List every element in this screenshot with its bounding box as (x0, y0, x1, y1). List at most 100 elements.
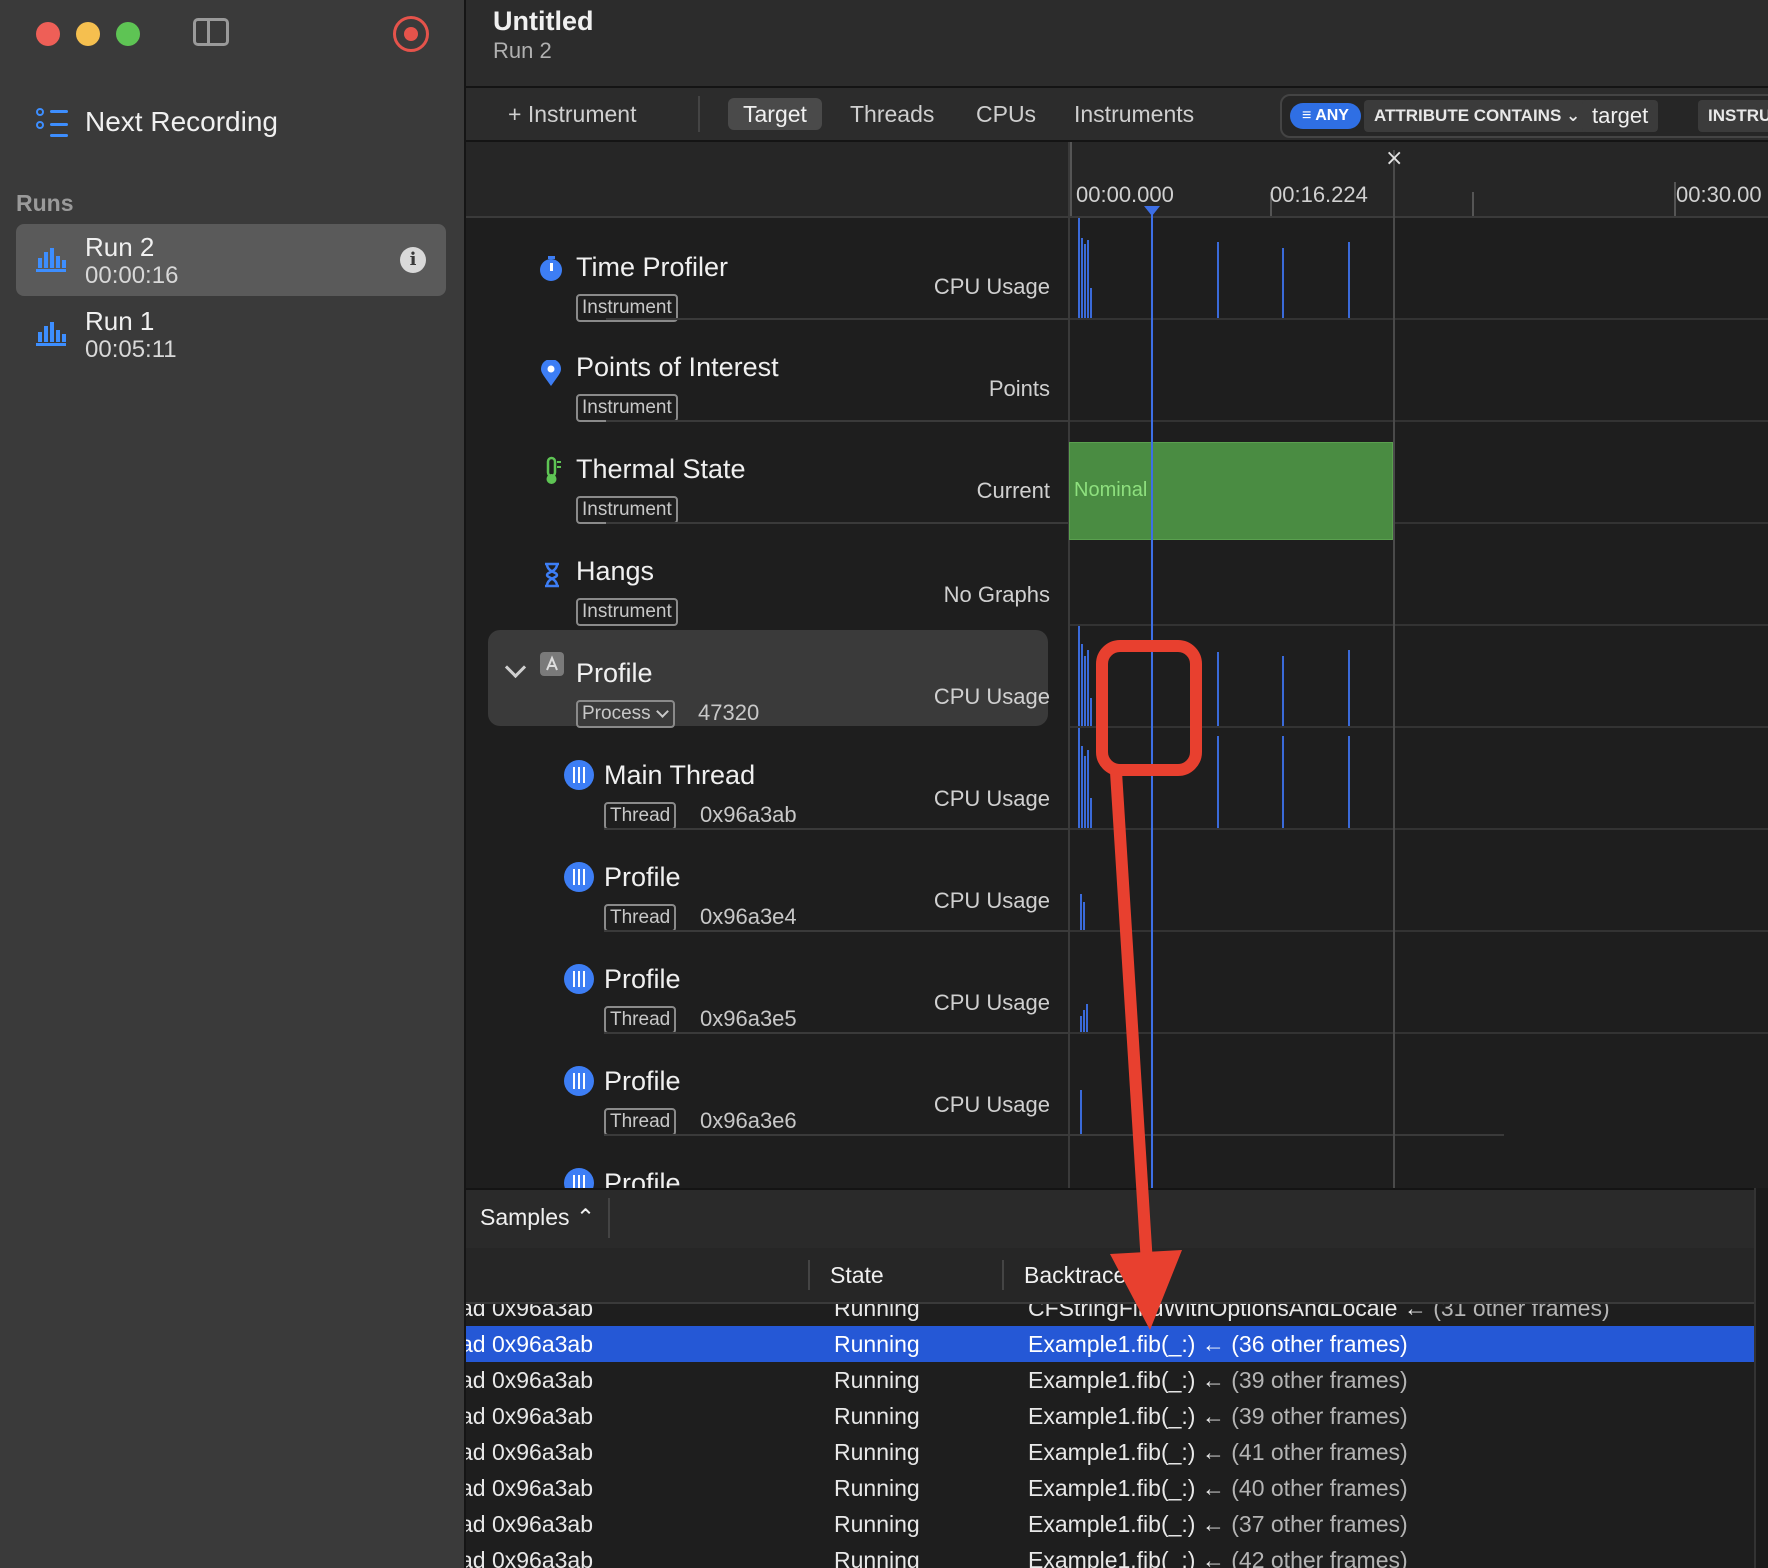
thread-cell: ad 0x96a3ab (466, 1511, 594, 1537)
samples-selector[interactable]: Samples ⌃ (480, 1204, 595, 1231)
list-icon (36, 108, 68, 138)
scrollbar[interactable] (1754, 1188, 1768, 1568)
track-profile-process[interactable]: Profile Process 47320 CPU Usage (466, 626, 1768, 728)
runs-section-title: Runs (16, 190, 74, 216)
thread-id: 0x96a3ab (700, 802, 797, 827)
run-item-1[interactable]: Run 1 00:05:11 (16, 298, 446, 370)
backtrace-cell: Example1.fib(_:) ← (41 other frames) (1028, 1439, 1408, 1466)
sidebar-toggle-icon[interactable] (193, 18, 229, 46)
thread-id: 0x96a3e5 (700, 1006, 797, 1031)
track-time-profiler[interactable]: Time Profiler Instrument CPU Usage (466, 218, 1768, 322)
tab-target[interactable]: Target (728, 98, 822, 130)
table-row[interactable]: ad 0x96a3ab Running CFStringFindWithOption… (466, 1304, 1754, 1326)
table-row[interactable]: ad 0x96a3ab Running Example1.fib(_:) ← (39… (466, 1362, 1754, 1398)
track-graph-label: CPU Usage (933, 786, 1050, 811)
backtrace-cell: CFStringFindWithOptionsAndLocale ← (31 o… (1028, 1304, 1610, 1322)
ruler-label: 00:00.000 (1076, 182, 1174, 207)
tab-threads[interactable]: Threads (850, 98, 934, 130)
column-separator[interactable] (808, 1260, 810, 1290)
run-name: Run 1 (85, 306, 155, 336)
track-name: Main Thread (604, 760, 756, 790)
filter-attribute-chip[interactable]: ATTRIBUTE CONTAINS ⌄ (1364, 100, 1591, 132)
backtrace-arrow: ← (1201, 1439, 1225, 1465)
cpu-usage-graph (1070, 932, 1768, 1034)
backtrace-frames: (41 other frames) (1231, 1439, 1408, 1465)
thermal-state-bar: Nominal (1069, 442, 1393, 540)
close-icon[interactable]: × (1385, 146, 1403, 171)
thread-icon (564, 760, 594, 790)
thread-cell: ad 0x96a3ab (466, 1439, 594, 1465)
table-row[interactable]: ad 0x96a3ab Running Example1.fib(_:) ← (39… (466, 1398, 1754, 1434)
record-button[interactable] (393, 16, 429, 52)
state-cell: Running (834, 1367, 920, 1393)
backtrace-cell: Example1.fib(_:) ← (36 other frames) (1028, 1331, 1408, 1358)
thread-cell: ad 0x96a3ab (466, 1475, 594, 1501)
thread-id: 0x96a3e6 (700, 1108, 797, 1133)
backtrace-function: Example1.fib(_:) (1028, 1547, 1196, 1568)
playhead-handle[interactable] (1144, 206, 1160, 216)
column-separator[interactable] (1002, 1260, 1004, 1290)
thermometer-icon (542, 456, 568, 484)
backtrace-frames: (39 other frames) (1231, 1367, 1408, 1393)
cpu-usage-graph (1070, 1034, 1768, 1136)
thermal-state-label: Nominal (1074, 479, 1148, 501)
filter-next-chip[interactable]: INSTRU (1698, 100, 1768, 132)
state-cell: Running (834, 1403, 920, 1429)
backtrace-function: CFStringFindWithOptionsAndLocale (1028, 1304, 1398, 1321)
cpu-usage-graph (1070, 626, 1768, 728)
track-graph-label: CPU Usage (933, 990, 1050, 1015)
track-badge: Thread (604, 1108, 677, 1136)
backtrace-cell: Example1.fib(_:) ← (39 other frames) (1028, 1403, 1408, 1430)
track-points-of-interest[interactable]: Points of Interest Instrument Points (466, 320, 1768, 422)
tab-cpus[interactable]: CPUs (976, 98, 1036, 130)
next-recording-label[interactable]: Next Recording (85, 106, 278, 138)
timeline-ruler[interactable]: 00:00.000 00:16.224 00:30.00 (466, 142, 1768, 218)
thread-cell: ad 0x96a3ab (466, 1367, 594, 1393)
zoom-window-button[interactable] (116, 22, 140, 46)
track-graph-label: CPU Usage (933, 888, 1050, 913)
detail-toolbar: Samples ⌃ (466, 1188, 1768, 1250)
table-row[interactable]: ad 0x96a3ab Running Example1.fib(_:) ← (41… (466, 1434, 1754, 1470)
chart-bars-icon (36, 246, 66, 272)
track-list: Time Profiler Instrument CPU Usage Point… (466, 218, 1768, 1188)
backtrace-arrow: ← (1201, 1475, 1225, 1501)
track-main-thread[interactable]: Main Thread Thread 0x96a3ab CPU Usage (466, 728, 1768, 830)
process-id: 47320 (698, 700, 760, 725)
run-duration: 00:05:11 (85, 336, 177, 363)
process-dropdown[interactable]: Process (576, 700, 675, 728)
column-header-state[interactable]: State (830, 1262, 884, 1289)
table-row[interactable]: ad 0x96a3ab Running Example1.fib(_:) ← (40… (466, 1470, 1754, 1506)
track-profile-thread-partial[interactable]: Profile (466, 1136, 1768, 1188)
close-window-button[interactable] (36, 22, 60, 46)
state-cell: Running (834, 1511, 920, 1537)
filter-any-chip[interactable]: ≡ ANY (1290, 103, 1361, 129)
table-row[interactable]: ad 0x96a3ab Running Example1.fib(_:) ← (36… (466, 1326, 1754, 1362)
playhead-line[interactable] (1151, 208, 1153, 1188)
samples-table: ad 0x96a3ab Running CFStringFindWithOption… (466, 1304, 1754, 1568)
run-item-2[interactable]: Run 2 00:00:16 i (16, 224, 446, 296)
thread-icon (564, 1066, 594, 1096)
track-badge: Instrument (576, 496, 678, 524)
add-instrument-button[interactable]: + Instrument (508, 98, 636, 130)
cpu-usage-graph (1070, 218, 1768, 320)
stopwatch-icon (538, 256, 564, 282)
tab-instruments[interactable]: Instruments (1074, 98, 1194, 130)
track-name: Profile (604, 1168, 681, 1188)
backtrace-function: Example1.fib(_:) (1028, 1331, 1196, 1357)
table-row[interactable]: ad 0x96a3ab Running Example1.fib(_:) ← (37… (466, 1506, 1754, 1542)
track-profile-thread-e4[interactable]: Profile Thread 0x96a3e4 CPU Usage (466, 830, 1768, 932)
backtrace-arrow: ← (1201, 1367, 1225, 1393)
detail-divider (608, 1198, 610, 1238)
filter-bar[interactable]: ≡ ANY ATTRIBUTE CONTAINS ⌄ target INSTRU (1280, 94, 1768, 138)
track-profile-thread-e5[interactable]: Profile Thread 0x96a3e5 CPU Usage (466, 932, 1768, 1034)
track-profile-thread-e6[interactable]: Profile Thread 0x96a3e6 CPU Usage (466, 1034, 1768, 1136)
info-icon[interactable]: i (400, 247, 426, 273)
filter-value-chip[interactable]: target (1582, 100, 1659, 132)
minimize-window-button[interactable] (76, 22, 100, 46)
main-area: Untitled Run 2 + Instrument Target Threa… (466, 0, 1768, 1568)
track-badge: Instrument (576, 394, 678, 422)
track-name: Points of Interest (576, 352, 779, 382)
column-header-backtrace[interactable]: Backtrace (1024, 1262, 1126, 1289)
table-row[interactable]: ad 0x96a3ab Running Example1.fib(_:) ← (42… (466, 1542, 1754, 1568)
backtrace-function: Example1.fib(_:) (1028, 1511, 1196, 1537)
